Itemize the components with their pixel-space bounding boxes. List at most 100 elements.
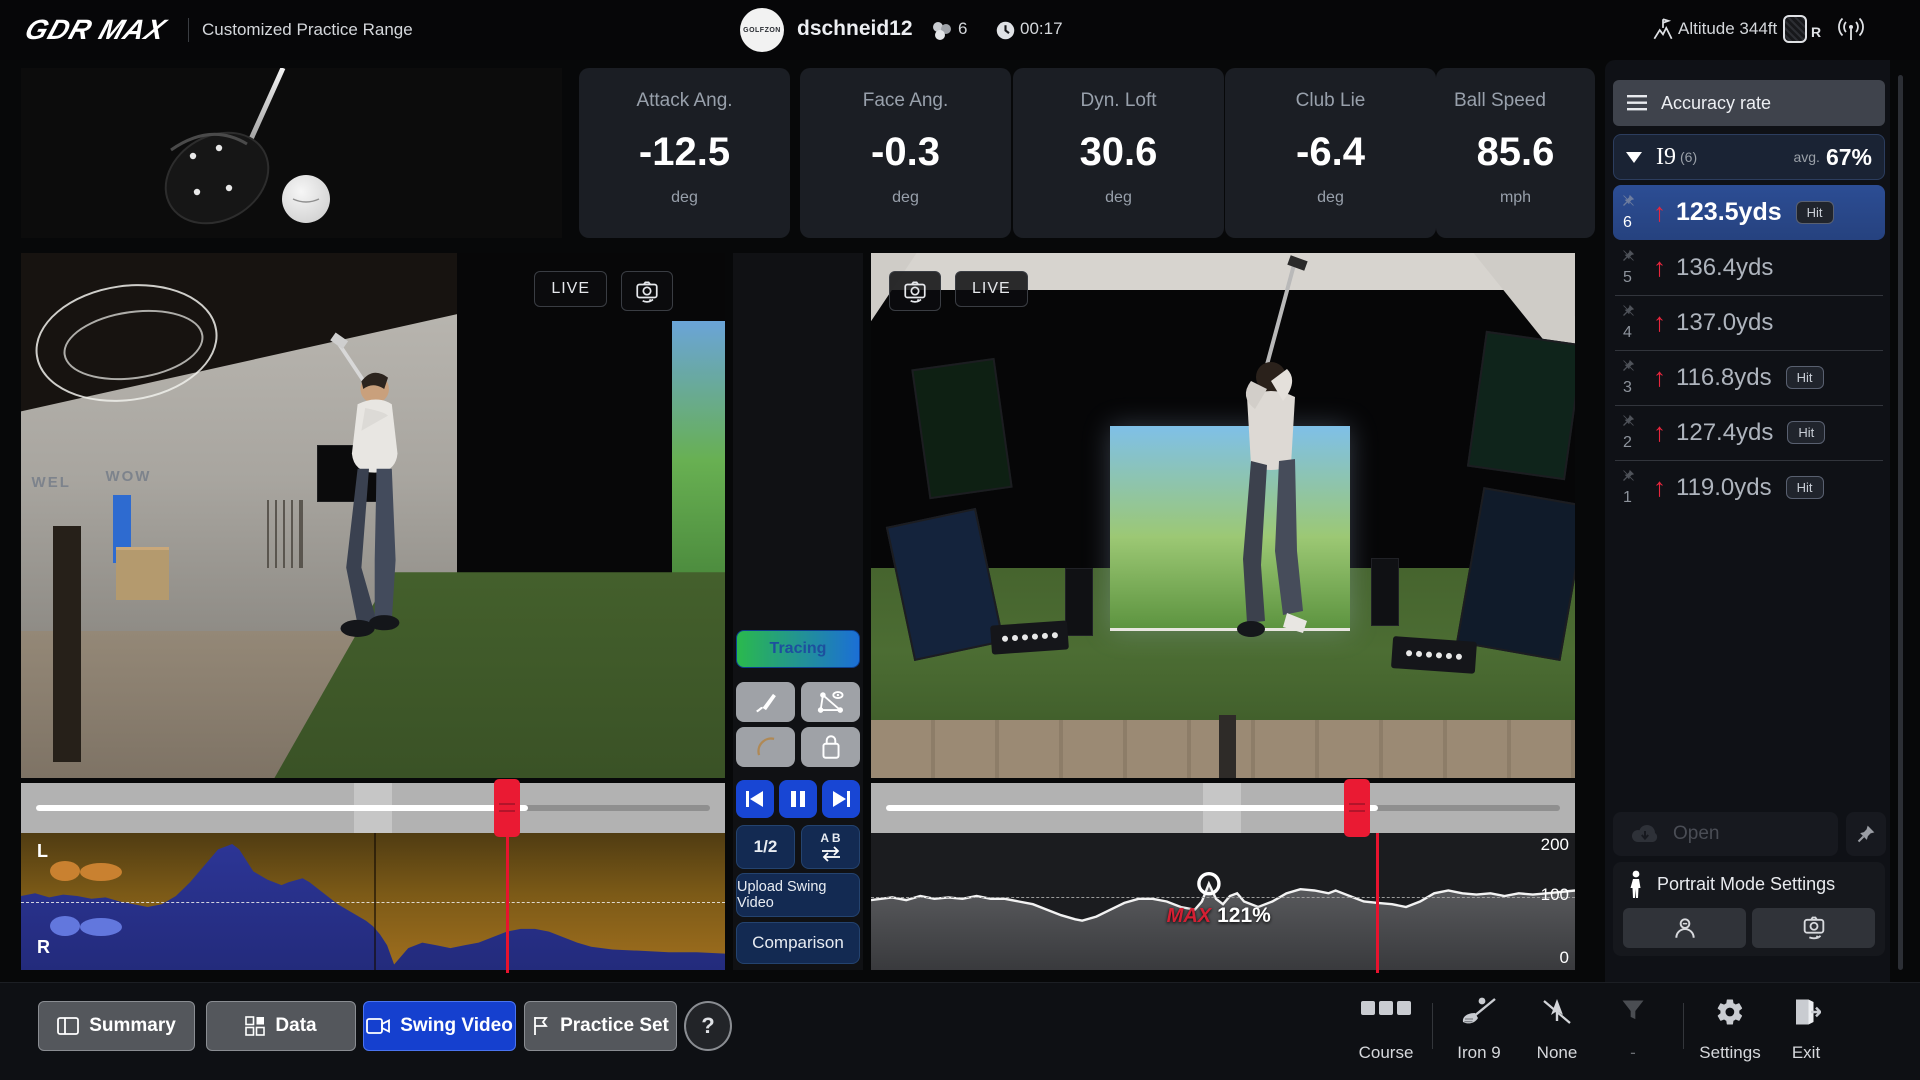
left-video-scrubber[interactable] xyxy=(21,783,725,833)
left-scrub-handle[interactable] xyxy=(494,779,520,837)
golfer-silhouette xyxy=(1167,253,1367,693)
lock-icon xyxy=(818,733,844,761)
settings-button[interactable]: Settings xyxy=(1688,997,1772,1063)
draw-pen-button[interactable] xyxy=(736,682,795,722)
axis-tick: 100 xyxy=(1541,885,1569,905)
tab-summary[interactable]: Summary xyxy=(38,1001,195,1051)
pen-icon xyxy=(752,688,780,716)
pin-shot-button[interactable] xyxy=(1846,812,1886,856)
crossed-tee-icon xyxy=(1540,997,1574,1027)
ball-count-icon xyxy=(930,21,954,41)
session-time: 00:17 xyxy=(1020,19,1063,39)
pause-button[interactable] xyxy=(779,780,817,818)
gear-icon xyxy=(1715,997,1745,1027)
side-monitor xyxy=(1467,331,1575,480)
page-title: Customized Practice Range xyxy=(202,20,413,40)
hit-badge: Hit xyxy=(1786,366,1824,389)
metric-card-club-lie: Club Lie -6.4 deg xyxy=(1225,68,1436,238)
ab-loop-button[interactable]: A B xyxy=(801,825,860,869)
golf-ball xyxy=(282,175,330,223)
camera-switch-button[interactable] xyxy=(621,271,673,311)
rear-camera-video[interactable]: LIVE xyxy=(871,253,1575,778)
accuracy-rate-header[interactable]: Accuracy rate xyxy=(1613,80,1885,126)
avatar[interactable]: GOLFZON xyxy=(740,8,784,52)
tab-data[interactable]: Data xyxy=(206,1001,356,1051)
skip-back-icon xyxy=(745,790,765,808)
right-foot-label: R xyxy=(37,937,50,958)
club-group-row[interactable]: I9 (6) avg. 67% xyxy=(1613,134,1885,180)
tracing-button[interactable]: Tracing xyxy=(736,630,860,668)
golfer-silhouette xyxy=(274,327,464,717)
shot-row[interactable]: 3 ↑ 116.8yds Hit xyxy=(1613,350,1885,405)
hit-badge: Hit xyxy=(1796,201,1834,224)
shot-row[interactable]: 4 ↑ 137.0yds xyxy=(1613,295,1885,350)
left-foot-label: L xyxy=(37,841,48,862)
swing-tempo-graph: 200 100 0 MAX121% xyxy=(871,833,1575,970)
pushpin-icon xyxy=(1856,824,1876,844)
username: dschneid12 xyxy=(797,17,913,41)
right-playhead-line xyxy=(1376,833,1379,973)
launch-arrow-icon: ↑ xyxy=(1653,307,1666,338)
skip-back-button[interactable] xyxy=(736,780,774,818)
shot-row[interactable]: 5 ↑ 136.4yds xyxy=(1613,240,1885,295)
max-tempo-annotation: MAX121% xyxy=(1167,904,1271,928)
app-logo: GDR MAX xyxy=(26,14,165,46)
help-button[interactable]: ? xyxy=(684,1001,732,1051)
scrub-progress xyxy=(36,805,528,811)
cloud-download-icon xyxy=(1631,824,1659,844)
lock-button[interactable] xyxy=(801,727,860,767)
bottom-bar: Summary Data Swing Video Practice Set ? … xyxy=(0,982,1920,1080)
camera-switch-button[interactable] xyxy=(889,271,941,311)
open-button[interactable]: Open xyxy=(1613,812,1838,856)
person-standing-icon xyxy=(1627,870,1645,900)
course-icon xyxy=(1360,997,1412,1023)
sensor-device-icon xyxy=(1783,15,1807,43)
shot-row[interactable]: 2 ↑ 127.4yds Hit xyxy=(1613,405,1885,460)
club-camera-view xyxy=(21,68,562,238)
club-select-button[interactable]: Iron 9 xyxy=(1437,997,1521,1063)
summary-icon xyxy=(57,1017,79,1035)
tab-swing-video[interactable]: Swing Video xyxy=(363,1001,516,1051)
signal-icon[interactable] xyxy=(1836,16,1866,44)
shot-row[interactable]: 6 ↑ 123.5yds Hit xyxy=(1613,185,1885,240)
launch-arrow-icon: ↑ xyxy=(1653,472,1666,503)
launch-arrow-icon: ↑ xyxy=(1653,417,1666,448)
chevron-down-icon xyxy=(1626,152,1642,163)
filter-button[interactable]: - xyxy=(1591,997,1675,1063)
flag-icon xyxy=(532,1016,550,1036)
arc-trace-button[interactable] xyxy=(736,727,795,767)
menu-icon xyxy=(1627,95,1647,111)
axis-tick: 200 xyxy=(1541,835,1569,855)
front-camera-video[interactable]: WEL WOW LIVE xyxy=(21,253,725,778)
angle-measure-button[interactable] xyxy=(801,682,860,722)
live-badge: LIVE xyxy=(534,271,607,307)
portrait-pose-button[interactable] xyxy=(1623,908,1746,948)
upload-swing-video-button[interactable]: Upload Swing Video xyxy=(736,873,860,917)
mulligan-button[interactable]: None xyxy=(1515,997,1599,1063)
tab-practice-set[interactable]: Practice Set xyxy=(524,1001,677,1051)
pin-off-icon xyxy=(1621,413,1636,428)
page-toggle-button[interactable]: 1/2 xyxy=(736,825,795,869)
wall-text: WOW xyxy=(105,468,151,485)
hit-badge: Hit xyxy=(1787,421,1825,444)
right-video-scrubber[interactable] xyxy=(871,783,1575,833)
comparison-button[interactable]: Comparison xyxy=(736,922,860,964)
course-button[interactable]: Course xyxy=(1344,997,1428,1063)
metric-card-face-angle: Face Ang. -0.3 deg xyxy=(800,68,1011,238)
shot-row[interactable]: 1 ↑ 119.0yds Hit xyxy=(1613,460,1885,515)
pause-icon xyxy=(790,790,806,808)
pin-off-icon xyxy=(1621,248,1636,263)
portrait-mode-settings: Portrait Mode Settings xyxy=(1613,862,1885,956)
right-scrub-handle[interactable] xyxy=(1344,779,1370,837)
sidebar-scrollbar[interactable] xyxy=(1898,75,1903,970)
exit-button[interactable]: Exit xyxy=(1764,997,1848,1063)
skip-forward-button[interactable] xyxy=(822,780,860,818)
axis-tick: 0 xyxy=(1560,948,1569,968)
clock-icon xyxy=(995,20,1016,41)
metric-card-ball-speed: Ball Speed 85.6 mph xyxy=(1436,68,1595,238)
pin-off-icon xyxy=(1621,358,1636,373)
launch-arrow-icon: ↑ xyxy=(1653,197,1666,228)
portrait-camera-button[interactable] xyxy=(1752,908,1875,948)
metric-card-dynamic-loft: Dyn. Loft 30.6 deg xyxy=(1013,68,1224,238)
altitude-icon xyxy=(1650,16,1676,42)
